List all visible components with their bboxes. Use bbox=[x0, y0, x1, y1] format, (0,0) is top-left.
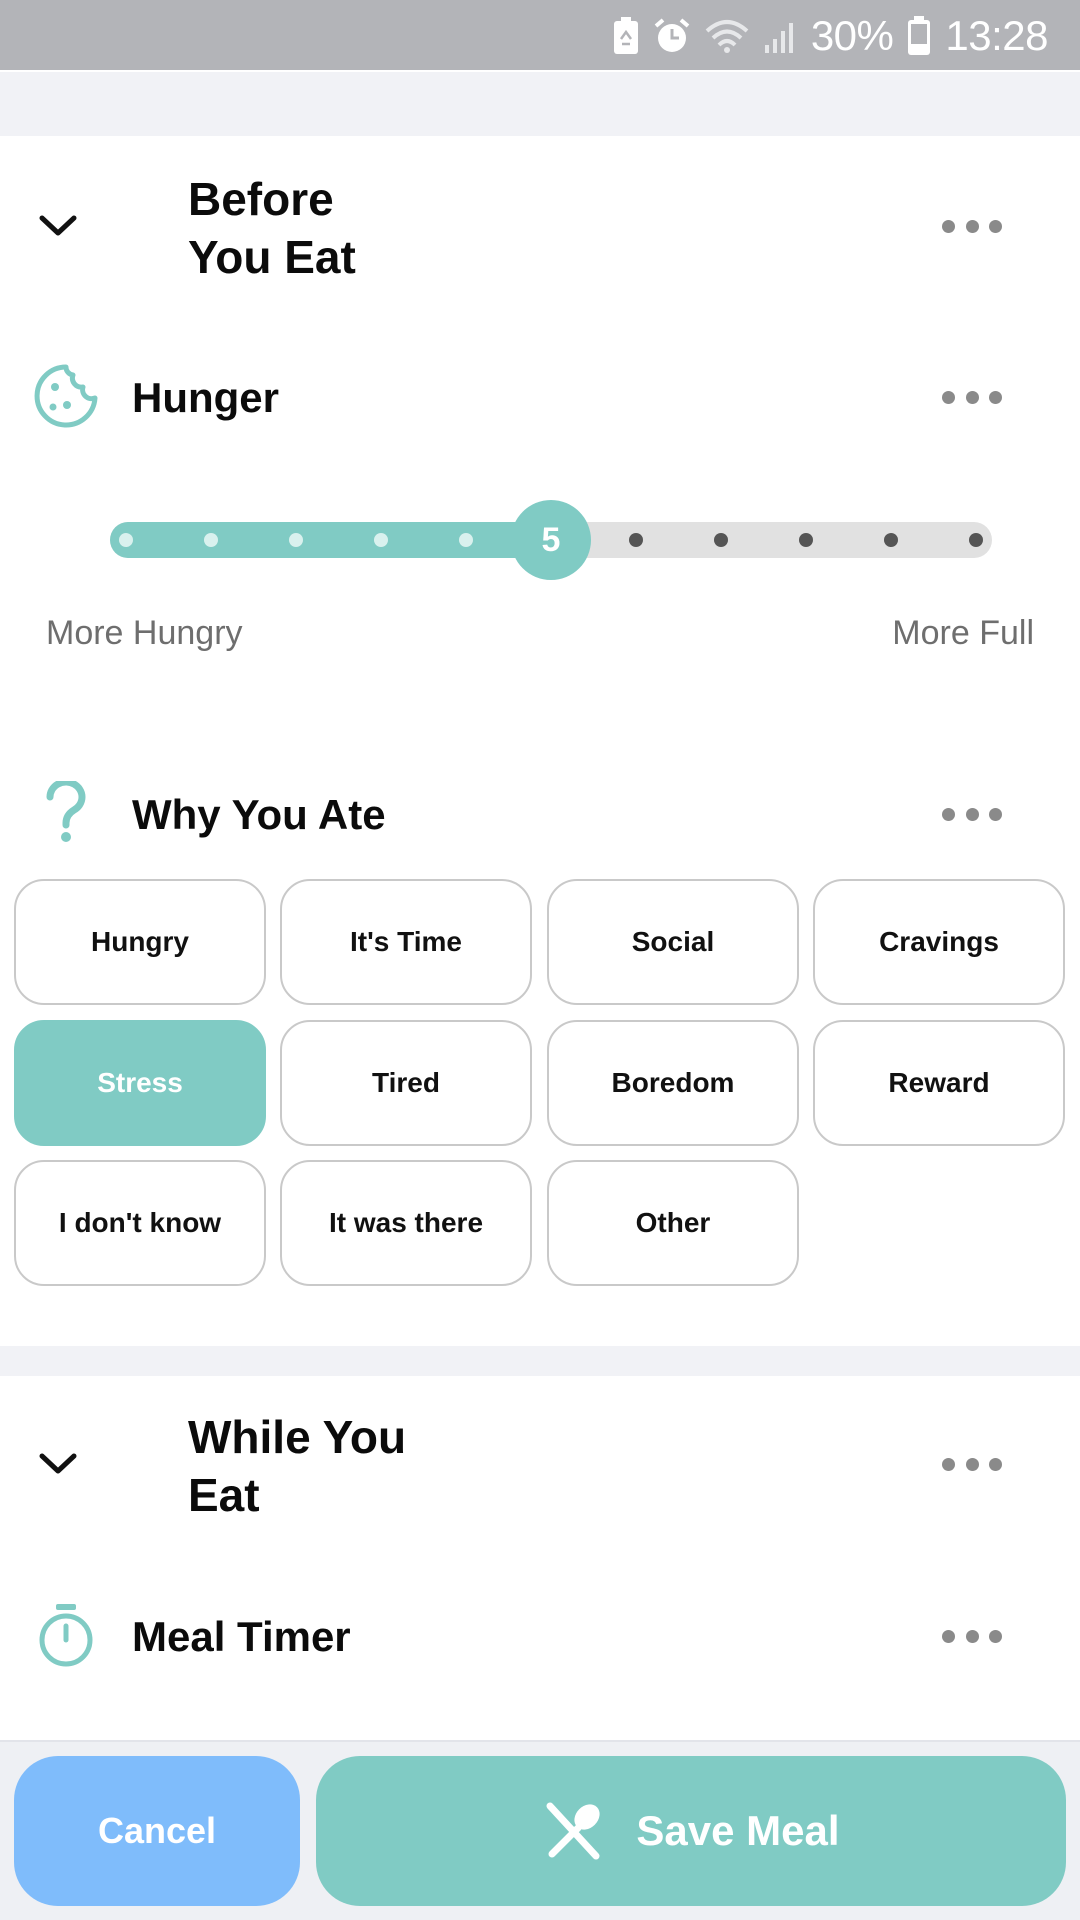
reason-chip[interactable]: Social bbox=[547, 879, 799, 1005]
slider-step-dot[interactable] bbox=[884, 533, 898, 547]
chevron-down-icon bbox=[39, 1453, 77, 1474]
status-bar: 30% 13:28 bbox=[0, 0, 1080, 72]
more-dot-icon bbox=[942, 219, 955, 233]
more-dot-icon bbox=[965, 1457, 979, 1471]
meal-timer-more-button[interactable] bbox=[942, 1621, 1002, 1651]
collapse-while-button[interactable] bbox=[28, 1434, 88, 1494]
status-icons: 30% 13:28 bbox=[613, 0, 1048, 72]
wifi-icon bbox=[705, 19, 749, 53]
cookie-icon bbox=[32, 362, 100, 430]
more-dot-icon bbox=[942, 807, 955, 821]
reason-chip[interactable]: It was there bbox=[280, 1160, 532, 1286]
cancel-button[interactable]: Cancel bbox=[14, 1756, 300, 1906]
slider-step-dot[interactable] bbox=[629, 533, 643, 547]
battery-icon bbox=[907, 16, 931, 56]
slider-step-dot[interactable] bbox=[374, 533, 388, 547]
scale-min-label: More Hungry bbox=[46, 614, 243, 652]
reason-chip[interactable]: Boredom bbox=[547, 1020, 799, 1146]
section-title-while: While You Eat bbox=[188, 1411, 407, 1521]
more-dot-icon bbox=[942, 1457, 955, 1471]
slider-step-dot[interactable] bbox=[289, 533, 303, 547]
reason-chip[interactable]: Hungry bbox=[14, 879, 266, 1005]
bottom-action-bar: Cancel Save Meal bbox=[0, 1740, 1080, 1920]
more-dot-icon bbox=[965, 390, 979, 404]
hunger-more-button[interactable] bbox=[942, 382, 1002, 412]
while-more-button[interactable] bbox=[942, 1449, 1002, 1479]
more-dot-icon bbox=[989, 219, 1002, 233]
reason-chip[interactable]: Tired bbox=[280, 1020, 532, 1146]
more-dot-icon bbox=[989, 807, 1002, 821]
save-meal-button[interactable]: Save Meal bbox=[316, 1756, 1066, 1906]
fork-spoon-icon bbox=[546, 1802, 601, 1860]
reason-chip[interactable]: I don't know bbox=[14, 1160, 266, 1286]
why-label: Why You Ate bbox=[132, 791, 386, 838]
slider-thumb[interactable]: 5 bbox=[511, 500, 591, 580]
clock: 13:28 bbox=[945, 12, 1048, 59]
section-title-before: Before You Eat bbox=[188, 173, 356, 283]
more-dot-icon bbox=[965, 219, 979, 233]
reason-chip[interactable]: Stress bbox=[14, 1020, 266, 1146]
more-dot-icon bbox=[942, 390, 955, 404]
hunger-label: Hunger bbox=[132, 374, 279, 421]
more-dot-icon bbox=[942, 1629, 955, 1643]
reason-chip[interactable]: Reward bbox=[813, 1020, 1065, 1146]
battery-percent: 30% bbox=[810, 12, 894, 59]
before-more-button[interactable] bbox=[942, 211, 1002, 241]
slider-step-dot[interactable] bbox=[459, 533, 473, 547]
stopwatch-icon bbox=[32, 1601, 100, 1669]
reason-chip[interactable]: Other bbox=[547, 1160, 799, 1286]
slider-step-dot[interactable] bbox=[969, 533, 983, 547]
scale-max-label: More Full bbox=[892, 614, 1034, 652]
why-more-button[interactable] bbox=[942, 799, 1002, 829]
while-you-eat-card: While You Eat Meal Timer bbox=[0, 1376, 1080, 1740]
alarm-icon bbox=[653, 17, 691, 55]
signal-icon bbox=[763, 19, 797, 53]
more-dot-icon bbox=[989, 390, 1002, 404]
slider-fill bbox=[110, 522, 551, 558]
recycle-battery-icon bbox=[613, 17, 639, 55]
more-dot-icon bbox=[989, 1629, 1002, 1643]
chevron-down-icon bbox=[39, 215, 77, 236]
more-dot-icon bbox=[965, 1629, 979, 1643]
reason-chip[interactable]: It's Time bbox=[280, 879, 532, 1005]
slider-step-dot[interactable] bbox=[799, 533, 813, 547]
save-meal-label: Save Meal bbox=[636, 1807, 840, 1854]
collapse-before-button[interactable] bbox=[28, 196, 88, 256]
slider-step-dot[interactable] bbox=[204, 533, 218, 547]
before-you-eat-card: Before You Eat Hunger 5 More Hungry More… bbox=[0, 136, 1080, 1346]
meal-timer-label: Meal Timer bbox=[132, 1613, 351, 1660]
more-dot-icon bbox=[965, 807, 979, 821]
slider-step-dot[interactable] bbox=[714, 533, 728, 547]
question-icon bbox=[32, 778, 100, 846]
more-dot-icon bbox=[989, 1457, 1002, 1471]
slider-step-dot[interactable] bbox=[119, 533, 133, 547]
reason-chip[interactable]: Cravings bbox=[813, 879, 1065, 1005]
